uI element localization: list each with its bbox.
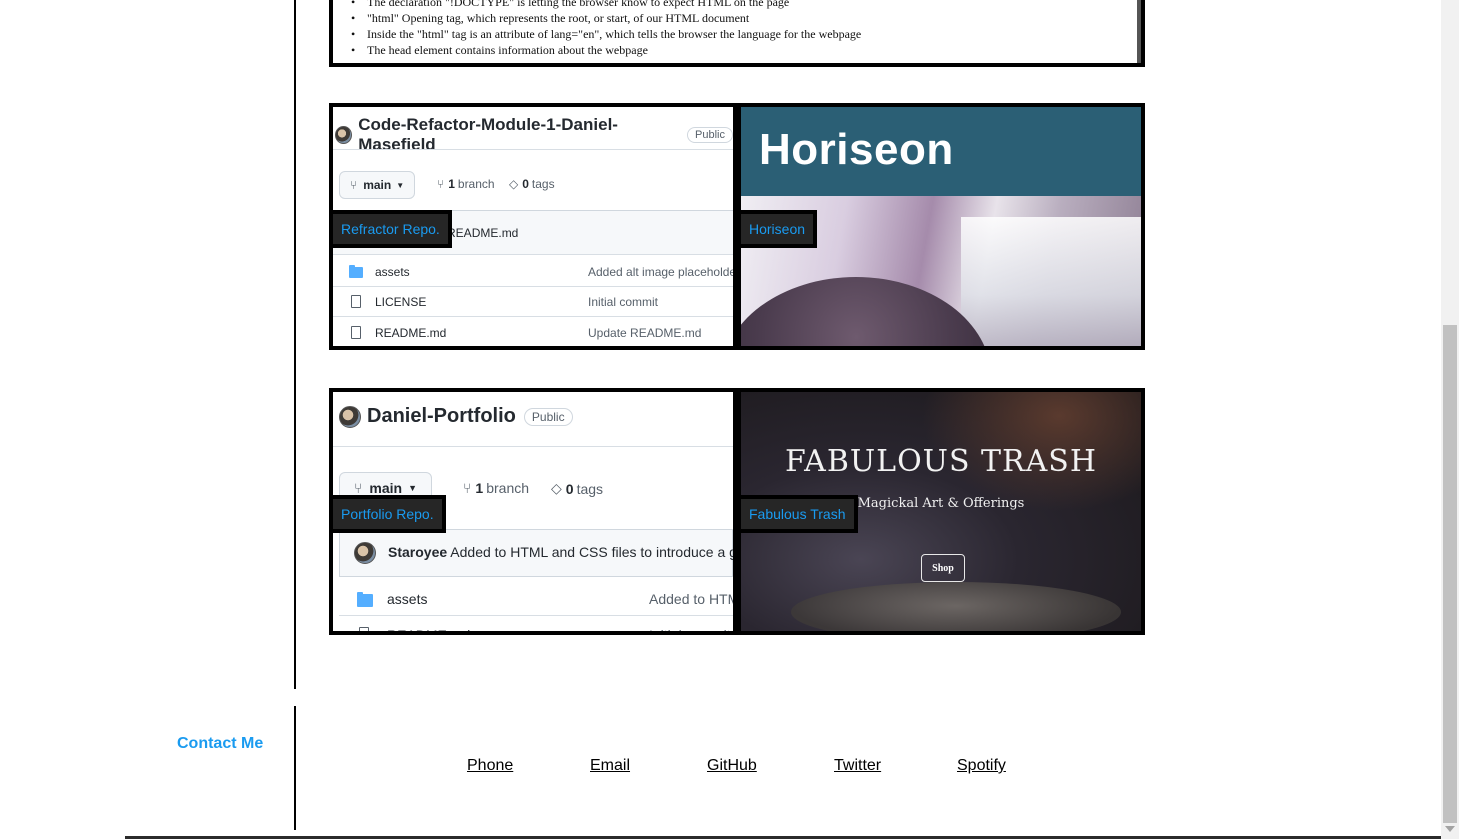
project-label[interactable]: Portfolio Repo. <box>333 495 446 533</box>
contact-link-twitter[interactable]: Twitter <box>834 757 881 775</box>
scroll-down-arrow-icon[interactable] <box>1445 826 1455 832</box>
latest-commit-bar: Staroyee Added to HTML and CSS files to … <box>339 529 733 577</box>
tag-count: ◇ 0 tags <box>551 480 603 497</box>
scrollbar-thumb[interactable] <box>1443 325 1457 823</box>
project-label[interactable]: Fabulous Trash <box>741 495 858 533</box>
chevron-down-icon: ▼ <box>396 180 405 190</box>
file-row: assets Added alt image placeholder <box>333 257 733 287</box>
file-name: README.md <box>387 627 471 635</box>
branch-count-value: 1 <box>475 480 484 496</box>
file-name: README.md <box>375 325 447 340</box>
commit-message: Added to HTML and CSS files to introduce… <box>450 544 737 560</box>
repo-name: Daniel-Portfolio <box>367 405 516 427</box>
code-note: "html" Opening tag, which represents the… <box>347 10 861 26</box>
project-tile-fabulous-trash[interactable]: FABULOUS TRASH Magickal Art & Offerings … <box>737 388 1145 635</box>
branch-icon: ⑂ <box>463 480 472 496</box>
project-tile-refactor-repo[interactable]: Code-Refactor-Module-1-Daniel-Masefield … <box>329 103 737 350</box>
branch-select: ⑂ main ▼ <box>339 171 416 199</box>
shop-button: Shop <box>921 554 965 582</box>
code-note: The head element contains information ab… <box>347 42 861 58</box>
code-note: Inside the "html" tag is an attribute of… <box>347 26 861 42</box>
code-snippet-image: The declaration "!DOCTYPE" is letting th… <box>329 0 1145 67</box>
avatar <box>339 405 361 428</box>
file-row: README.md Update README.md <box>333 317 733 346</box>
project-tile-portfolio-repo[interactable]: Daniel-Portfolio Public ⑂ main ▼ ⑂ 1 bra… <box>329 388 737 635</box>
site-title: FABULOUS TRASH <box>784 444 1098 479</box>
contact-link-phone[interactable]: Phone <box>467 757 513 775</box>
file-name: LICENSE <box>375 294 427 309</box>
folder-icon <box>357 592 373 607</box>
code-notes-list: The declaration "!DOCTYPE" is letting th… <box>347 0 861 58</box>
folder-icon <box>349 265 363 278</box>
avatar <box>354 542 376 564</box>
tag-icon: ◇ <box>551 480 562 496</box>
file-commit: Initial commit <box>649 627 731 635</box>
tag-word: tags <box>531 177 555 191</box>
project-label[interactable]: Horiseon <box>741 210 818 248</box>
contact-heading: Contact Me <box>177 735 264 752</box>
branch-icon: ⑂ <box>350 178 358 192</box>
branch-count: ⑂ 1 branch <box>463 480 529 496</box>
branch-count-value: 1 <box>448 177 455 191</box>
file-commit: Update README.md <box>588 325 702 340</box>
project-tile-horiseon[interactable]: Horiseon Horiseon <box>737 103 1145 350</box>
contact-link-spotify[interactable]: Spotify <box>957 757 1006 775</box>
branch-icon: ⑂ <box>437 177 445 191</box>
section-divider-line <box>294 0 296 689</box>
tag-word: tags <box>576 480 604 497</box>
contact-link-email[interactable]: Email <box>590 757 630 775</box>
project-label[interactable]: Refractor Repo. <box>333 210 452 248</box>
commit-user: Staroyee <box>388 544 448 560</box>
visibility-badge: Public <box>687 127 733 143</box>
tag-icon: ◇ <box>509 177 519 191</box>
background-stone <box>791 582 1121 631</box>
tag-count-value: 0 <box>522 177 529 191</box>
file-commit: Added alt image placeholder <box>588 264 737 279</box>
file-name: assets <box>387 590 428 607</box>
portfolio-page: The declaration "!DOCTYPE" is letting th… <box>0 0 1459 839</box>
file-icon <box>359 627 369 631</box>
file-icon <box>351 326 361 339</box>
divider <box>333 446 733 447</box>
page-scrollbar[interactable] <box>1441 0 1459 839</box>
branch-name: main <box>363 178 392 192</box>
contact-link-github[interactable]: GitHub <box>707 757 757 775</box>
avatar <box>335 126 353 144</box>
branch-icon: ⑂ <box>354 480 363 496</box>
code-note: The declaration "!DOCTYPE" is letting th… <box>347 0 861 10</box>
file-row: README.md Initial commit <box>339 620 733 635</box>
contact-divider-line <box>294 706 296 830</box>
commit-line: Staroyee Added to HTML and CSS files to … <box>388 544 737 560</box>
branch-word: branch <box>486 480 530 496</box>
site-title: Horiseon <box>759 125 954 174</box>
snippet-scroll-edge <box>1137 0 1141 63</box>
file-name: assets <box>375 264 410 279</box>
branch-word: branch <box>457 177 495 191</box>
branch-name: main <box>369 480 403 496</box>
tag-count-value: 0 <box>565 480 574 497</box>
tag-count: ◇ 0 tags <box>509 177 555 191</box>
repo-title: Daniel-Portfolio Public <box>339 405 573 428</box>
visibility-badge: Public <box>523 407 573 426</box>
file-row: assets Added to HTM <box>339 582 733 616</box>
branch-count: ⑂ 1 branch <box>437 177 495 191</box>
divider <box>333 149 733 150</box>
file-commit: Added to HTM <box>649 590 737 607</box>
file-commit: Initial commit <box>588 294 659 309</box>
site-header: Horiseon <box>741 107 1141 196</box>
hero-window <box>961 217 1141 346</box>
file-row: LICENSE Initial commit <box>333 287 733 317</box>
file-icon <box>351 295 361 308</box>
chevron-down-icon: ▼ <box>408 483 418 493</box>
